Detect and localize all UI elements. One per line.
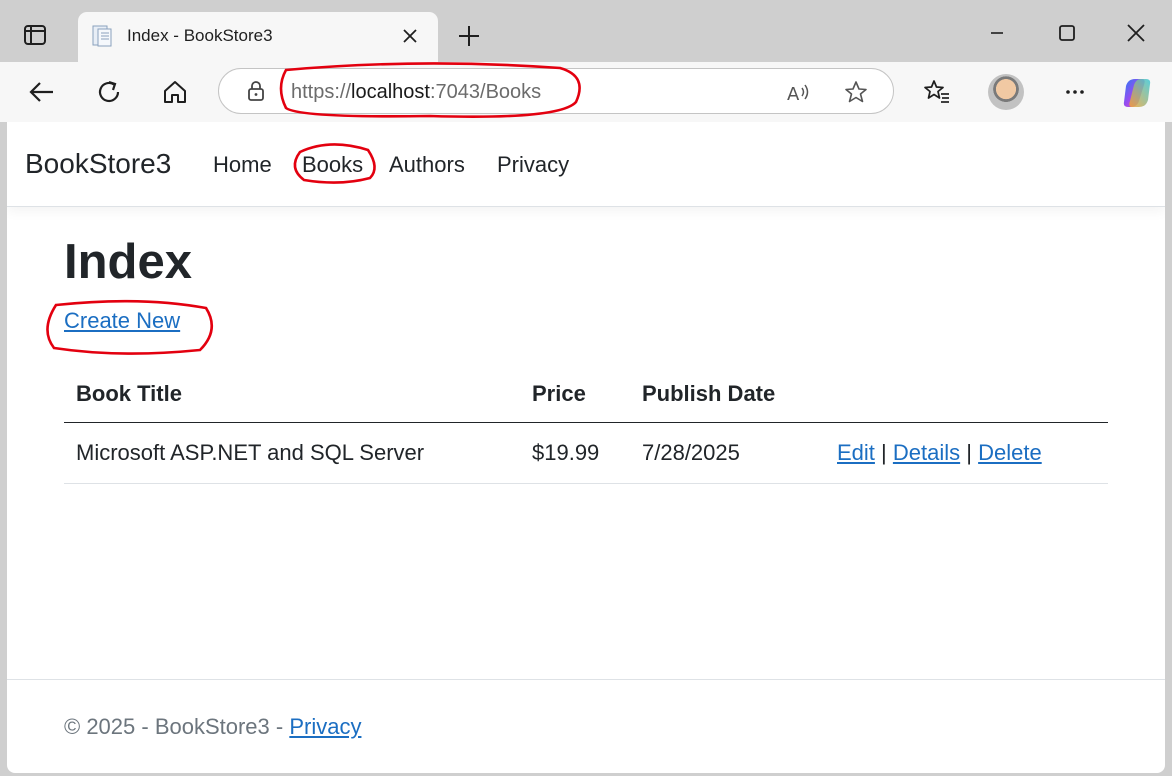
url-host: localhost (351, 81, 430, 103)
more-icon[interactable] (1060, 77, 1090, 107)
header-book-title: Book Title (64, 366, 520, 423)
new-tab-icon[interactable] (456, 23, 482, 49)
back-icon[interactable] (27, 77, 57, 107)
url-scheme: https:// (291, 81, 352, 103)
url-text[interactable]: https://localhost:7043/Books (291, 81, 541, 104)
table-row: Microsoft ASP.NET and SQL Server $19.99 … (64, 422, 1108, 484)
browser-toolbar: https://localhost:7043/Books A (0, 62, 1172, 122)
page-viewport: BookStore3 Home Books Authors Privacy In… (7, 122, 1165, 773)
browser-tab[interactable]: Index - BookStore3 (78, 12, 438, 62)
tab-actions-icon[interactable] (22, 22, 48, 48)
footer-text: © 2025 - BookStore3 - Privacy (64, 714, 361, 740)
minimize-icon[interactable] (984, 20, 1010, 46)
nav-authors-link[interactable]: Authors (389, 152, 465, 178)
profile-avatar[interactable] (988, 74, 1024, 110)
nav-privacy-link[interactable]: Privacy (497, 152, 569, 178)
close-window-icon[interactable] (1123, 20, 1149, 46)
maximize-icon[interactable] (1054, 20, 1080, 46)
favorite-star-icon[interactable] (843, 79, 869, 105)
browser-tab-strip: Index - BookStore3 (0, 0, 1172, 62)
table-header-row: Book Title Price Publish Date (64, 366, 1108, 423)
footer-copyright: © 2025 - BookStore3 - (64, 714, 290, 739)
details-link[interactable]: Details (893, 440, 960, 465)
header-price: Price (520, 366, 630, 423)
site-navbar: BookStore3 Home Books Authors Privacy (7, 122, 1165, 207)
svg-text:A: A (787, 84, 800, 105)
header-actions (825, 366, 1108, 423)
favorites-icon[interactable] (922, 77, 952, 107)
cell-publish-date: 7/28/2025 (630, 422, 825, 484)
cell-price: $19.99 (520, 422, 630, 484)
edit-link[interactable]: Edit (837, 440, 875, 465)
copilot-icon[interactable] (1120, 76, 1154, 110)
action-separator: | (881, 440, 887, 465)
site-footer: © 2025 - BookStore3 - Privacy (7, 679, 1165, 773)
cell-actions: Edit | Details | Delete (825, 422, 1108, 484)
page-title: Index (64, 235, 192, 289)
nav-home-link[interactable]: Home (213, 152, 272, 178)
action-separator: | (966, 440, 972, 465)
tab-title: Index - BookStore3 (127, 26, 273, 45)
address-bar[interactable]: https://localhost:7043/Books A (218, 68, 894, 114)
lock-icon[interactable] (245, 80, 267, 102)
page-favicon-icon (92, 25, 112, 47)
nav-books-link[interactable]: Books (302, 152, 363, 178)
footer-privacy-link[interactable]: Privacy (289, 714, 361, 739)
books-table: Book Title Price Publish Date Microsoft … (64, 366, 1108, 484)
home-icon[interactable] (160, 77, 190, 107)
cell-book-title: Microsoft ASP.NET and SQL Server (64, 422, 520, 484)
delete-link[interactable]: Delete (978, 440, 1042, 465)
read-aloud-icon[interactable]: A (785, 79, 811, 105)
url-path: :7043/Books (429, 81, 542, 103)
header-publish-date: Publish Date (630, 366, 825, 423)
tab-close-icon[interactable] (400, 26, 420, 46)
refresh-icon[interactable] (94, 77, 124, 107)
create-new-link[interactable]: Create New (64, 308, 180, 334)
site-brand-link[interactable]: BookStore3 (25, 148, 171, 180)
